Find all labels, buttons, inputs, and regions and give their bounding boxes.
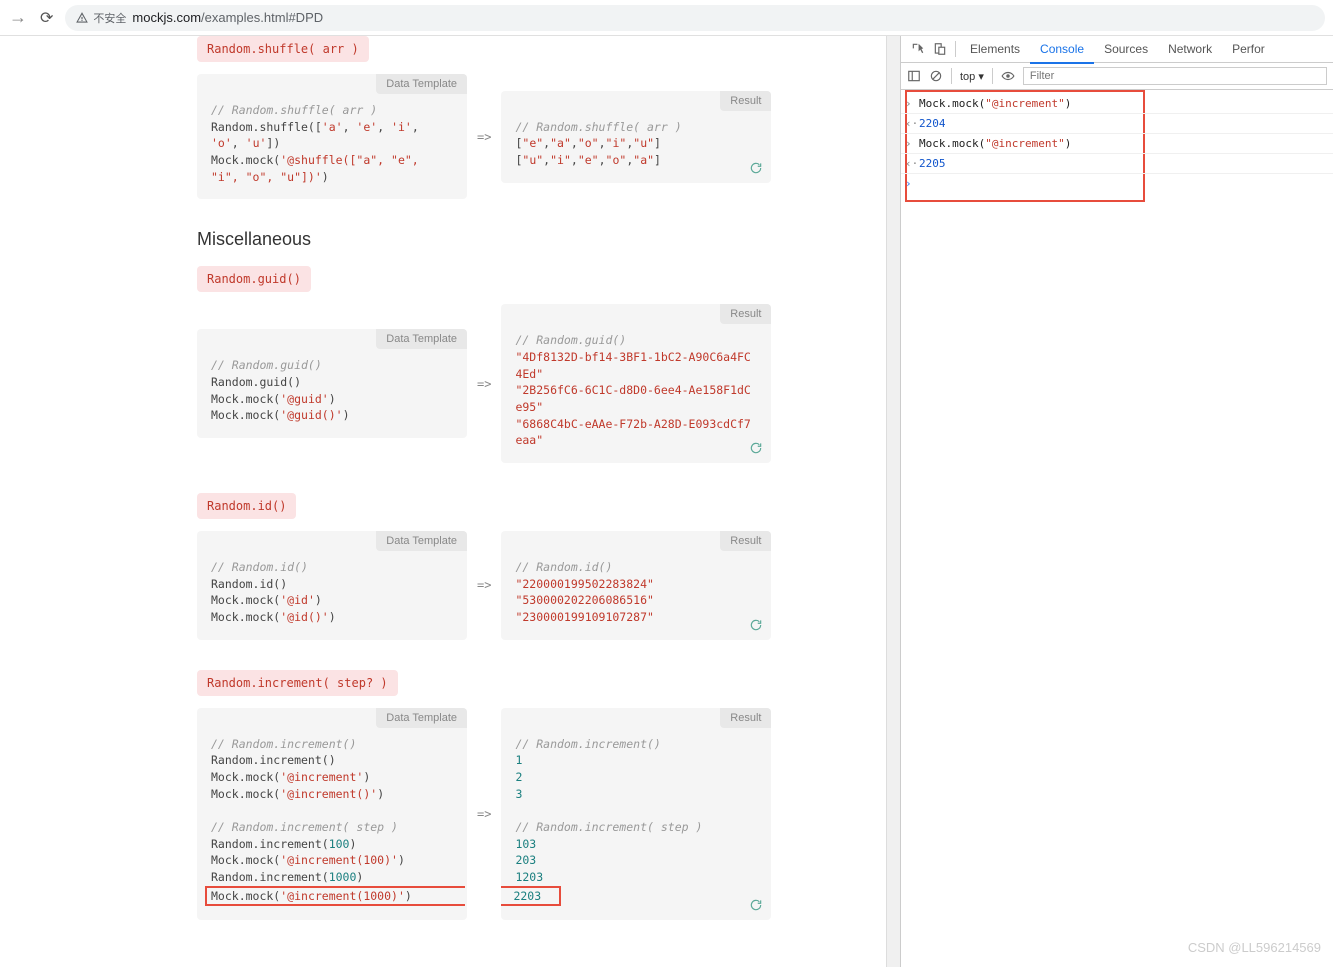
warning-icon bbox=[75, 11, 89, 25]
template-box: Data Template // Random.guid() Random.gu… bbox=[197, 329, 467, 438]
result-box: Result // Random.id() "22000019950228382… bbox=[501, 531, 771, 640]
sidebar-toggle-icon[interactable] bbox=[907, 69, 921, 84]
page-scrollbar[interactable] bbox=[886, 36, 900, 967]
method-tag-id: Random.id() bbox=[197, 493, 296, 519]
example-guid: Data Template // Random.guid() Random.gu… bbox=[197, 304, 877, 463]
console-line: ‹· 2205 bbox=[901, 154, 1333, 174]
template-box: Data Template // Random.shuffle( arr ) R… bbox=[197, 74, 467, 199]
console-toolbar: top ▾ bbox=[901, 63, 1333, 90]
filter-input[interactable] bbox=[1023, 67, 1327, 85]
console-line: › Mock.mock("@increment") bbox=[901, 94, 1333, 114]
live-expression-icon[interactable] bbox=[1001, 69, 1015, 84]
result-tab: Result bbox=[720, 91, 771, 111]
template-box: Data Template // Random.increment() Rand… bbox=[197, 708, 467, 921]
insecure-label: 不安全 bbox=[93, 10, 126, 26]
tab-console[interactable]: Console bbox=[1030, 36, 1094, 64]
arrow-separator: => bbox=[477, 130, 491, 144]
reload-button[interactable]: ⟳ bbox=[40, 8, 53, 28]
tab-network[interactable]: Network bbox=[1158, 36, 1222, 62]
example-shuffle: Data Template // Random.shuffle( arr ) R… bbox=[197, 74, 877, 199]
example-id: Data Template // Random.id() Random.id()… bbox=[197, 531, 877, 640]
refresh-icon[interactable] bbox=[749, 616, 763, 632]
url-text: mockjs.com/examples.html#DPD bbox=[132, 10, 323, 25]
template-tab: Data Template bbox=[376, 74, 467, 94]
devtools-panel: Elements Console Sources Network Perfor … bbox=[900, 36, 1333, 967]
security-badge: 不安全 bbox=[75, 10, 126, 26]
example-increment: Data Template // Random.increment() Rand… bbox=[197, 708, 877, 921]
result-box: Result // Random.guid() "4Df8132D-bf14-3… bbox=[501, 304, 771, 463]
console-line: ‹· 2204 bbox=[901, 114, 1333, 134]
console-prompt[interactable]: › bbox=[901, 174, 1333, 180]
devtools-tabs: Elements Console Sources Network Perfor bbox=[901, 36, 1333, 63]
console-line: › Mock.mock("@increment") bbox=[901, 134, 1333, 154]
method-tag-guid: Random.guid() bbox=[197, 266, 311, 292]
page-content[interactable]: Random.shuffle( arr ) Data Template // R… bbox=[0, 36, 886, 967]
context-selector[interactable]: top ▾ bbox=[960, 70, 984, 83]
tab-sources[interactable]: Sources bbox=[1094, 36, 1158, 62]
refresh-icon[interactable] bbox=[749, 159, 763, 175]
device-icon[interactable] bbox=[929, 42, 951, 57]
result-box: Result // Random.shuffle( arr ) ["e","a"… bbox=[501, 91, 771, 183]
browser-toolbar: → ⟳ 不安全 mockjs.com/examples.html#DPD bbox=[0, 0, 1333, 36]
refresh-icon[interactable] bbox=[749, 897, 763, 913]
console-output[interactable]: › Mock.mock("@increment") ‹· 2204 › Mock… bbox=[901, 90, 1333, 967]
refresh-icon[interactable] bbox=[749, 440, 763, 456]
method-tag-shuffle: Random.shuffle( arr ) bbox=[197, 36, 369, 62]
url-bar[interactable]: 不安全 mockjs.com/examples.html#DPD bbox=[65, 5, 1325, 31]
clear-console-icon[interactable] bbox=[929, 69, 943, 84]
inspect-icon[interactable] bbox=[907, 42, 929, 57]
section-title-misc: Miscellaneous bbox=[197, 229, 877, 250]
result-box: Result // Random.increment() 1 2 3 // Ra… bbox=[501, 708, 771, 921]
tab-performance[interactable]: Perfor bbox=[1222, 36, 1275, 62]
method-tag-increment: Random.increment( step? ) bbox=[197, 670, 398, 696]
forward-button[interactable]: → bbox=[8, 7, 28, 28]
template-box: Data Template // Random.id() Random.id()… bbox=[197, 531, 467, 640]
tab-elements[interactable]: Elements bbox=[960, 36, 1030, 62]
